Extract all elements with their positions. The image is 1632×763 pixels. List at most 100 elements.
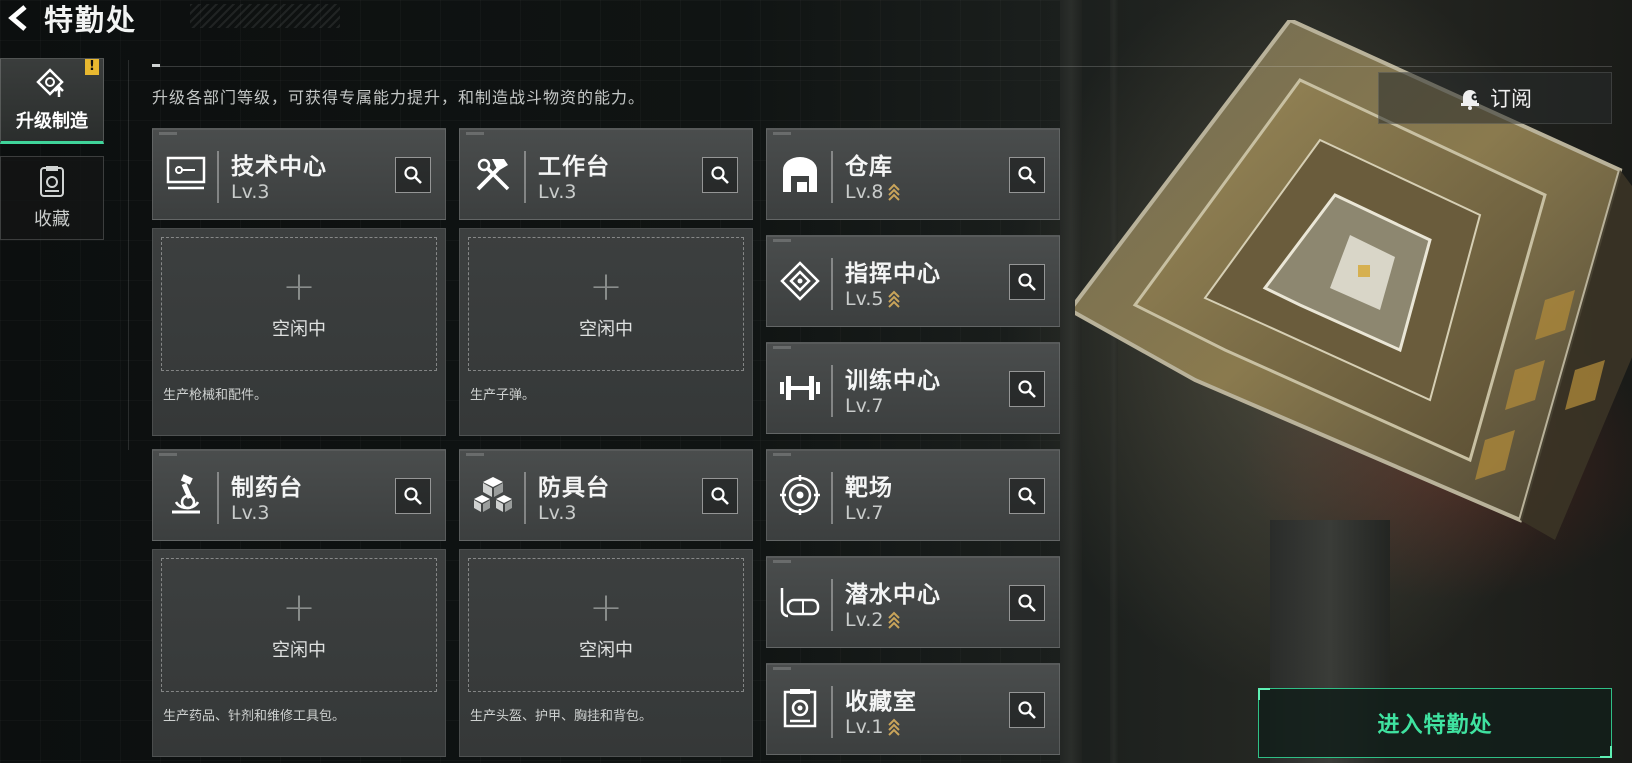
magnifier-icon — [404, 487, 422, 505]
header-bar: 特勤处 — [0, 0, 340, 37]
add-icon: + — [282, 585, 316, 631]
facility-name: 靶场 — [845, 475, 893, 501]
magnifier-icon — [404, 166, 422, 184]
inspect-button[interactable] — [702, 157, 738, 193]
facility-level: Lv.3 — [538, 502, 576, 524]
add-icon: + — [589, 264, 623, 310]
upgrade-arrow-icon — [888, 290, 901, 308]
sidebar-item-label: 升级制造 — [16, 111, 88, 132]
magnifier-icon — [711, 166, 729, 184]
magnifier-icon — [1018, 273, 1036, 291]
inspect-button[interactable] — [395, 157, 431, 193]
training-center-icon — [777, 365, 823, 411]
enter-button[interactable]: 进入特勤处 — [1258, 688, 1612, 758]
facility-card-shooting-range[interactable]: 靶场 Lv.7 — [766, 449, 1060, 541]
inspect-button[interactable] — [702, 478, 738, 514]
card-decoration — [773, 667, 791, 670]
production-panel-armor-bench: + 空闲中 生产头盔、护甲、胸挂和背包。 — [459, 549, 753, 757]
subscribe-label: 订阅 — [1490, 87, 1532, 111]
card-decoration — [773, 560, 791, 563]
facility-name: 仓库 — [845, 154, 893, 180]
production-panel-tech-center: + 空闲中 生产枪械和配件。 — [152, 228, 446, 436]
facility-level: Lv.7 — [845, 395, 883, 417]
slot-status: 空闲中 — [272, 640, 326, 661]
chevron-left-icon — [8, 5, 27, 31]
facility-level-text: Lv.2 — [845, 609, 884, 631]
card-separator — [217, 472, 219, 524]
facility-level-text: Lv.5 — [845, 288, 884, 310]
inspect-button[interactable] — [1009, 371, 1045, 407]
card-decoration — [159, 132, 177, 135]
production-slot[interactable]: + 空闲中 — [468, 237, 744, 371]
command-center-icon — [777, 258, 823, 304]
upgrade-arrow-icon — [888, 183, 901, 201]
sidebar-item-collection[interactable]: 收藏 — [0, 156, 104, 240]
facility-name: 工作台 — [538, 154, 610, 180]
facility-level: Lv.2 — [845, 609, 901, 631]
production-description: 生产头盔、护甲、胸挂和背包。 — [470, 709, 653, 724]
production-slot[interactable]: + 空闲中 — [468, 558, 744, 692]
facility-level: Lv.3 — [538, 181, 576, 203]
divider-line — [152, 66, 1612, 67]
card-decoration — [159, 453, 177, 456]
facility-level-text: Lv.7 — [845, 395, 884, 417]
inspect-button[interactable] — [1009, 585, 1045, 621]
facility-level-text: Lv.8 — [845, 181, 884, 203]
inspect-button[interactable] — [1009, 478, 1045, 514]
facility-level-text: Lv.3 — [538, 181, 577, 203]
production-description: 生产子弹。 — [470, 388, 536, 403]
facility-name: 防具台 — [538, 475, 610, 501]
diving-center-icon — [777, 579, 823, 625]
facility-level-text: Lv.1 — [845, 716, 884, 738]
facility-level: Lv.1 — [845, 716, 901, 738]
facility-name: 训练中心 — [845, 368, 941, 394]
production-slot[interactable]: + 空闲中 — [161, 237, 437, 371]
facility-card-collection-room[interactable]: 收藏室 Lv.1 — [766, 663, 1060, 755]
inspect-button[interactable] — [1009, 264, 1045, 300]
magnifier-icon — [1018, 594, 1036, 612]
collection-room-icon — [777, 686, 823, 732]
card-separator — [217, 151, 219, 203]
subscribe-button[interactable]: 订阅 — [1378, 72, 1612, 124]
page-description: 升级各部门等级，可获得专属能力提升，和制造战斗物资的能力。 — [152, 88, 646, 107]
armor-bench-icon — [470, 472, 516, 518]
facility-card-pharmacy[interactable]: 制药台 Lv.3 — [152, 449, 446, 541]
card-separator — [831, 579, 833, 631]
inspect-button[interactable] — [1009, 157, 1045, 193]
sidebar-item-upgrade[interactable]: ! 升级制造 — [0, 58, 104, 144]
facility-name: 潜水中心 — [845, 582, 941, 608]
facility-level-text: Lv.3 — [538, 502, 577, 524]
page-title: 特勤处 — [44, 3, 138, 37]
facility-card-workbench[interactable]: 工作台 Lv.3 — [459, 128, 753, 220]
facility-level: Lv.3 — [231, 502, 269, 524]
back-button[interactable] — [0, 2, 36, 34]
facility-card-command-center[interactable]: 指挥中心 Lv.5 — [766, 235, 1060, 327]
production-slot[interactable]: + 空闲中 — [161, 558, 437, 692]
card-separator — [524, 151, 526, 203]
divider-tick — [152, 64, 160, 67]
production-description: 生产枪械和配件。 — [163, 388, 268, 403]
upgrade-arrow-icon — [888, 611, 901, 629]
card-separator — [831, 258, 833, 310]
collection-icon — [40, 166, 64, 197]
production-panel-workbench: + 空闲中 生产子弹。 — [459, 228, 753, 436]
upgrade-arrow-icon — [888, 718, 901, 736]
card-decoration — [773, 453, 791, 456]
upgrade-icon — [36, 68, 64, 97]
production-description: 生产药品、针剂和维修工具包。 — [163, 709, 346, 724]
facility-card-tech-center[interactable]: 技术中心 Lv.3 — [152, 128, 446, 220]
facility-card-diving-center[interactable]: 潜水中心 Lv.2 — [766, 556, 1060, 648]
magnifier-icon — [711, 487, 729, 505]
slot-status: 空闲中 — [579, 319, 633, 340]
facility-card-warehouse[interactable]: 仓库 Lv.8 — [766, 128, 1060, 220]
inspect-button[interactable] — [395, 478, 431, 514]
facility-card-armor-bench[interactable]: 防具台 Lv.3 — [459, 449, 753, 541]
corner-decoration — [1258, 688, 1270, 700]
facility-card-training-center[interactable]: 训练中心 Lv.7 — [766, 342, 1060, 434]
add-icon: + — [282, 264, 316, 310]
magnifier-icon — [1018, 487, 1036, 505]
inspect-button[interactable] — [1009, 692, 1045, 728]
add-icon: + — [589, 585, 623, 631]
workbench-icon — [470, 151, 516, 197]
facility-level: Lv.8 — [845, 181, 901, 203]
